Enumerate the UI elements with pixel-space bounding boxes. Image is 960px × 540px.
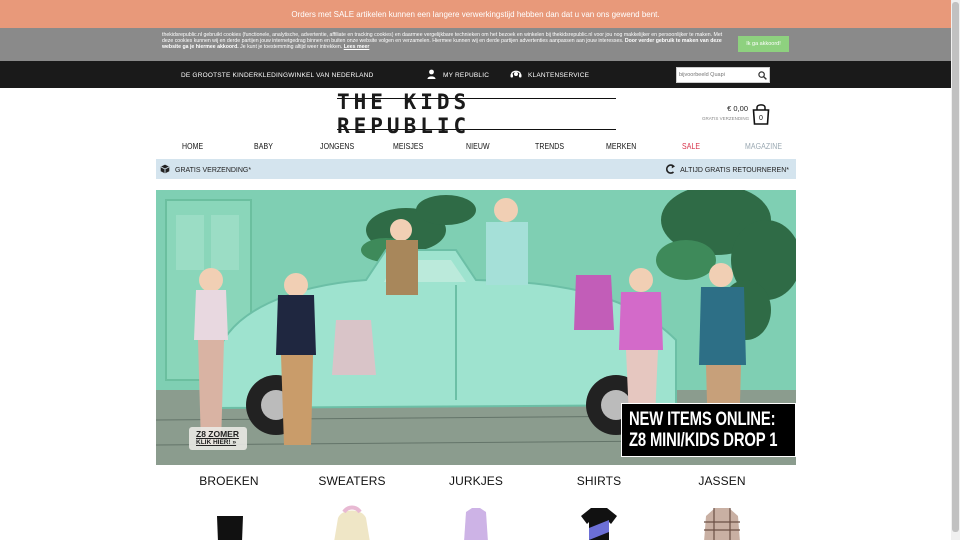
cart-price: € 0,00 — [727, 104, 748, 113]
return-icon — [665, 163, 676, 177]
customer-service-link[interactable]: Klantenservice — [510, 69, 589, 81]
nav-baby[interactable]: BABY — [254, 141, 273, 151]
hero-cta-title: Z8 ZOMER — [196, 429, 239, 439]
hero-headline-2: Z8 MINI/KIDS DROP 1 — [629, 430, 778, 451]
nav-magazine[interactable]: MAGAZINE — [745, 141, 782, 151]
hero-cta-subtitle: KLIK HIER! » — [196, 439, 237, 446]
nav-trends[interactable]: TRENDS — [535, 141, 564, 151]
main-navigation: HOME BABY JONGENS MEISJES NIEUW TRENDS M… — [0, 132, 951, 160]
cart-shipping-note: GRATIS VERZENDING — [702, 116, 750, 121]
category-sweaters[interactable]: SWEATERS — [296, 474, 408, 540]
category-row: BROEKEN SWEATERS JURKJES SHIRTS JASSEN — [156, 474, 796, 540]
main-content: Orders met SALE artikelen kunnen een lan… — [0, 0, 951, 540]
cart-summary[interactable]: € 0,00 GRATIS VERZENDING — [702, 104, 750, 121]
category-label: SWEATERS — [318, 474, 386, 488]
dress-image — [464, 508, 488, 540]
my-republic-link[interactable]: My Republic — [427, 69, 489, 81]
customer-service-label: Klantenservice — [528, 71, 590, 79]
cookie-banner: thekidsrepublic.nl gebruikt cookies (fun… — [0, 28, 951, 61]
cookie-read-more-link[interactable]: Lees meer — [344, 44, 370, 50]
sale-notice-text: Orders met SALE artikelen kunnen een lan… — [291, 9, 660, 19]
header: THE KIDS REPUBLIC € 0,00 GRATIS VERZENDI… — [0, 88, 951, 138]
box-icon — [160, 164, 170, 176]
page-scrollbar[interactable] — [951, 0, 960, 540]
category-label: SHIRTS — [576, 474, 622, 488]
cart-bag-icon[interactable]: 0 — [752, 103, 770, 130]
search-box — [676, 67, 770, 83]
nav-merken[interactable]: MERKEN — [606, 141, 636, 151]
free-shipping-label: Gratis verzending* — [175, 166, 252, 174]
nav-nieuw[interactable]: NIEUW — [466, 141, 490, 151]
cookie-accept-button[interactable]: Ik ga akkoord! — [738, 36, 789, 52]
category-label: JURKJES — [448, 474, 504, 488]
page: Orders met SALE artikelen kunnen een lan… — [0, 0, 960, 540]
top-bar: De grootste kinderkledingwinkel van Nede… — [0, 61, 951, 88]
nav-jongens[interactable]: JONGENS — [320, 141, 354, 151]
nav-sale[interactable]: SALE — [682, 141, 700, 151]
pants-image — [217, 516, 243, 540]
tagline: De grootste kinderkledingwinkel van Nede… — [181, 72, 374, 79]
logo-text: THE KIDS REPUBLIC — [337, 90, 471, 138]
category-jassen[interactable]: JASSEN — [666, 474, 778, 540]
sale-notice-bar: Orders met SALE artikelen kunnen een lan… — [0, 0, 951, 28]
hero-banner[interactable]: Z8 ZOMER KLIK HIER! » NEW ITEMS ONLINE: … — [156, 190, 796, 465]
site-logo[interactable]: THE KIDS REPUBLIC — [337, 90, 616, 138]
category-broeken[interactable]: BROEKEN — [173, 474, 285, 540]
hero-cta-button[interactable]: Z8 ZOMER KLIK HIER! » — [189, 427, 247, 450]
hero-headline-1: NEW ITEMS ONLINE: — [629, 409, 776, 430]
nav-home[interactable]: HOME — [182, 141, 203, 151]
sweater-image — [334, 505, 370, 540]
free-returns: Altijd gratis retourneren* — [665, 163, 789, 177]
free-returns-label: Altijd gratis retourneren* — [680, 166, 789, 174]
jacket-image — [704, 508, 740, 540]
category-label: JASSEN — [698, 474, 746, 488]
shirt-image — [581, 508, 617, 540]
search-icon[interactable] — [755, 68, 769, 82]
search-input[interactable] — [677, 68, 755, 82]
category-jurkjes[interactable]: JURKJES — [420, 474, 532, 540]
my-republic-label: My Republic — [443, 71, 490, 79]
shipping-info-bar: Gratis verzending* Altijd gratis retourn… — [156, 159, 796, 179]
hero-headline-box[interactable]: NEW ITEMS ONLINE: Z8 MINI/KIDS DROP 1 — [621, 403, 796, 457]
category-label: BROEKEN — [199, 474, 259, 488]
cart-count: 0 — [759, 115, 763, 122]
headset-icon — [510, 69, 522, 81]
user-icon — [427, 69, 436, 81]
cookie-tail-text: Je kunt je toestemming altijd weer intre… — [240, 44, 343, 51]
free-shipping: Gratis verzending* — [160, 164, 251, 176]
nav-meisjes[interactable]: MEISJES — [393, 141, 423, 151]
category-shirts[interactable]: SHIRTS — [543, 474, 655, 540]
scrollbar-thumb[interactable] — [952, 2, 959, 532]
